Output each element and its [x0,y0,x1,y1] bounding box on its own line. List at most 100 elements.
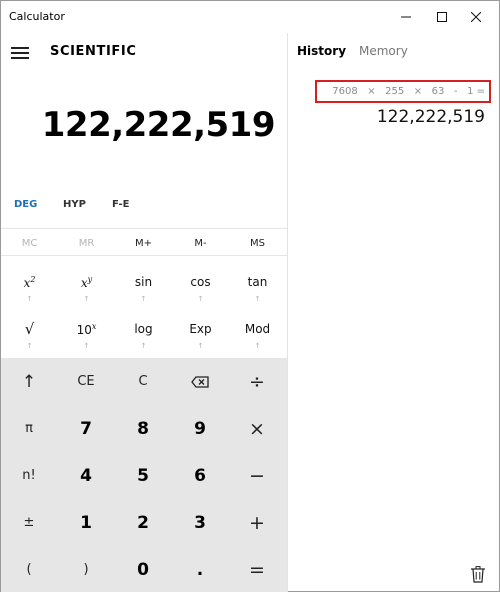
negate-button[interactable]: ± [1,499,57,546]
open-paren-label: ( [26,562,32,577]
digit-8-button[interactable]: 8 [115,405,171,452]
equals-label: = [249,558,265,581]
square-exp: 2 [30,275,36,284]
angle-mode-row: DEG HYP F-E [1,195,287,215]
hyp-button[interactable]: HYP [63,199,86,210]
tan-label: tan [247,275,268,289]
shift-arrow-icon: ↑ [83,342,90,350]
shift-arrow-icon: ↑ [140,342,147,350]
sqrt-button[interactable]: √ ↑ [1,312,58,359]
menu-icon[interactable] [11,47,29,59]
mr-button[interactable]: MR [58,229,115,257]
digit-8-label: 8 [137,418,149,439]
clear-button[interactable]: C [115,358,171,405]
shift-arrow-icon: ↑ [26,295,33,303]
decimal-button[interactable]: . [172,546,228,593]
digit-9-button[interactable]: 9 [172,405,228,452]
pi-label: π [25,421,33,436]
equals-button[interactable]: = [229,546,285,593]
mod-label: Mod [244,322,271,336]
history-expression: 7608 × 255 × 63 - 1 = [332,86,485,97]
divide-button[interactable]: ÷ [229,358,285,405]
backspace-button[interactable] [172,358,228,405]
factorial-button[interactable]: n! [1,452,57,499]
deg-button[interactable]: DEG [14,199,37,210]
multiply-label: × [249,417,265,440]
fe-button[interactable]: F-E [112,199,130,210]
m-minus-button[interactable]: M- [172,229,229,257]
minimize-icon [401,16,411,18]
square-button[interactable]: x2 ↑ [1,265,58,312]
mc-button[interactable]: MC [1,229,58,257]
digit-9-label: 9 [194,418,206,439]
digit-3-button[interactable]: 3 [172,499,228,546]
tan-button[interactable]: tan ↑ [229,265,286,312]
shift-arrow-icon: ↑ [140,295,147,303]
minus-label: − [249,464,265,487]
shift-arrow-icon: ↑ [83,295,90,303]
log-button[interactable]: log ↑ [115,312,172,359]
title-bar: Calculator [1,1,499,33]
digit-0-label: 0 [137,559,149,580]
shift-arrow-icon: ↑ [254,295,261,303]
decimal-label: . [196,559,204,580]
m-plus-button[interactable]: M+ [115,229,172,257]
tab-history[interactable]: History [297,44,346,58]
clear-entry-button[interactable]: CE [58,358,114,405]
cos-button[interactable]: cos ↑ [172,265,229,312]
digit-2-button[interactable]: 2 [115,499,171,546]
factorial-label: n! [22,468,36,483]
ms-button[interactable]: MS [229,229,286,257]
tenpow-exp: x [91,322,97,331]
tab-memory[interactable]: Memory [359,44,408,58]
digit-4-label: 4 [80,465,92,486]
digit-5-label: 5 [137,465,149,486]
exp-button[interactable]: Exp ↑ [172,312,229,359]
power-button[interactable]: xy ↑ [58,265,115,312]
multiply-button[interactable]: × [229,405,285,452]
power-exp: y [87,275,93,284]
add-button[interactable]: + [229,499,285,546]
digit-3-label: 3 [194,512,206,533]
subtract-button[interactable]: − [229,452,285,499]
power-base: x [80,276,88,290]
close-paren-button[interactable]: ) [58,546,114,593]
digit-7-button[interactable]: 7 [58,405,114,452]
log-label: log [134,322,153,336]
backspace-icon [191,375,209,388]
digit-6-label: 6 [194,465,206,486]
ten-power-button[interactable]: 10x ↑ [58,312,115,359]
shift-arrow-icon: ↑ [254,342,261,350]
mod-button[interactable]: Mod ↑ [229,312,286,359]
close-icon [471,12,481,22]
shift-arrow-icon: ↑ [26,342,33,350]
history-entry[interactable]: 7608 × 255 × 63 - 1 = [315,80,491,103]
digit-4-button[interactable]: 4 [58,452,114,499]
sin-button[interactable]: sin ↑ [115,265,172,312]
pi-button[interactable]: π [1,405,57,452]
function-row-2: √ ↑ 10x ↑ log ↑ Exp ↑ Mod ↑ [1,312,287,359]
digit-1-button[interactable]: 1 [58,499,114,546]
digit-1-label: 1 [80,512,92,533]
digit-2-label: 2 [137,512,149,533]
sin-label: sin [134,275,153,289]
sqrt-label: √ [24,320,35,338]
close-paren-label: ) [83,562,89,577]
digit-5-button[interactable]: 5 [115,452,171,499]
clear-history-button[interactable] [471,566,487,584]
close-button[interactable] [453,1,499,33]
trash-icon [471,566,485,583]
history-result[interactable]: 122,222,519 [377,107,485,127]
shift-up-button[interactable]: ↑ [1,358,57,405]
shift-arrow-icon: ↑ [197,295,204,303]
negate-label: ± [23,515,35,530]
calculator-window: Calculator SCIENTIFIC 122,222,519 DEG HY… [0,0,500,592]
maximize-icon [437,12,447,22]
memory-row: MC MR M+ M- MS [1,228,287,256]
digit-7-label: 7 [80,418,92,439]
panel-divider [287,33,288,592]
open-paren-button[interactable]: ( [1,546,57,593]
digit-0-button[interactable]: 0 [115,546,171,593]
digit-6-button[interactable]: 6 [172,452,228,499]
shift-arrow-icon: ↑ [197,342,204,350]
